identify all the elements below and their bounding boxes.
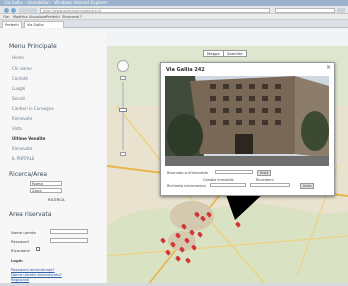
menu-visualizza[interactable]: Visualizza <box>29 15 46 19</box>
login-button[interactable]: Login <box>11 258 23 263</box>
zoom-in-icon[interactable] <box>120 76 126 80</box>
menu-modifica[interactable]: Modifica <box>13 15 28 19</box>
remember-popup-label: Ricordami <box>256 178 274 182</box>
menu-item-luoghi[interactable]: Luoghi <box>12 86 25 91</box>
reserved-label: Riservato sull'immobile <box>167 171 208 175</box>
menu-help[interactable]: ? <box>80 15 82 19</box>
popup-pointer <box>225 192 265 220</box>
info-request-input[interactable] <box>210 183 246 187</box>
menu-item-vista[interactable]: Vista <box>12 126 22 131</box>
remember-label: Ricordami <box>11 248 31 253</box>
username-field[interactable] <box>50 229 88 234</box>
reserved-input[interactable] <box>215 170 253 174</box>
search-icon[interactable] <box>337 8 345 13</box>
menu-item-portale[interactable]: IL PORTALE <box>12 156 34 161</box>
info-request-input-2[interactable] <box>250 183 290 187</box>
username-label: Nome utente <box>11 230 36 235</box>
menu-item-rinnovate[interactable]: Rinnovate <box>12 116 32 121</box>
forward-icon[interactable] <box>11 8 16 13</box>
zone-input[interactable]: Zona <box>30 188 62 193</box>
search-title: Ricerca/Area <box>9 171 47 178</box>
close-icon[interactable]: × <box>326 64 331 71</box>
menu-strumenti[interactable]: Strumenti <box>62 15 79 19</box>
login-title: Area riservata <box>9 211 52 218</box>
search-input[interactable] <box>275 8 335 13</box>
menu-item-chi-siamo[interactable]: Chi siamo <box>12 66 32 71</box>
menu-item-contatti[interactable]: Contatti <box>12 76 28 81</box>
info-submit-button[interactable]: Invia <box>300 183 315 189</box>
search-button[interactable]: RICERCA <box>48 197 65 202</box>
map-type-map[interactable]: Mappa <box>203 50 224 57</box>
menu-item-cantieri[interactable]: Cantieri in Consegna <box>12 106 54 111</box>
address-input[interactable]: http://www.galleriaimmobiliare.it/ <box>40 8 270 13</box>
menu-file[interactable]: File <box>3 15 9 19</box>
menu-item-rinnovate-2[interactable]: Rinnovate <box>12 146 32 151</box>
menu-item-home[interactable]: Home <box>12 55 24 60</box>
tab-preferiti[interactable]: Preferiti <box>2 21 22 28</box>
pan-control-icon[interactable] <box>117 60 129 72</box>
register-link[interactable]: Registrati <box>11 277 29 282</box>
menu-item-ultime-vendite[interactable]: Ultime Vendite <box>12 136 45 141</box>
menu-preferiti[interactable]: Preferiti <box>46 15 60 19</box>
password-label: Password <box>11 239 29 244</box>
zoom-out-icon[interactable] <box>120 152 126 156</box>
menu-item-servizi[interactable]: Servizi <box>12 96 25 101</box>
zoom-slider-handle[interactable] <box>119 108 127 112</box>
menu-title: Menu Principale <box>9 43 57 50</box>
city-input[interactable]: Roma <box>30 181 62 186</box>
window-title: Via Gallia – Immobiliari – Windows Inter… <box>4 0 108 5</box>
change-property-label: Cambia immobile <box>203 178 234 182</box>
zoom-slider[interactable] <box>122 82 124 150</box>
street-view-photo <box>165 76 329 166</box>
tab-current[interactable]: Via Gallia <box>24 21 64 28</box>
reserved-submit-button[interactable]: Invia <box>257 170 272 176</box>
password-field[interactable] <box>50 238 88 243</box>
history-dropdown[interactable] <box>19 8 37 13</box>
back-icon[interactable] <box>4 8 9 13</box>
popup-title: Via Gallia 242 <box>166 67 205 73</box>
remember-checkbox[interactable] <box>36 247 40 251</box>
info-request-label: Richiesta informazioni <box>167 184 206 188</box>
map-type-satellite[interactable]: Satellite <box>223 50 247 57</box>
